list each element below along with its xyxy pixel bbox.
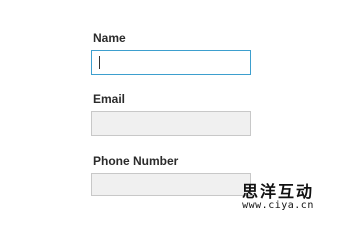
email-field-group: Email <box>91 91 251 136</box>
site-watermark: 思洋互动 www.ciya.cn <box>233 183 323 212</box>
name-input-wrap <box>91 50 251 75</box>
phone-number-label: Phone Number <box>93 154 179 168</box>
contact-form: Name Email Phone Number <box>91 30 251 196</box>
email-label: Email <box>93 92 126 106</box>
name-input[interactable] <box>91 50 251 75</box>
phone-input-clip <box>91 173 251 196</box>
watermark-url: www.ciya.cn <box>242 200 314 211</box>
name-label: Name <box>93 31 126 45</box>
phone-number-input[interactable] <box>91 173 251 196</box>
text-caret <box>99 56 100 69</box>
name-field-group: Name <box>91 30 251 75</box>
watermark-title: 思洋互动 <box>241 182 314 201</box>
email-input[interactable] <box>91 111 251 136</box>
page: Name Email Phone Number 思洋互动 www.ciya.cn <box>0 0 351 222</box>
phone-field-group: Phone Number <box>91 153 251 196</box>
